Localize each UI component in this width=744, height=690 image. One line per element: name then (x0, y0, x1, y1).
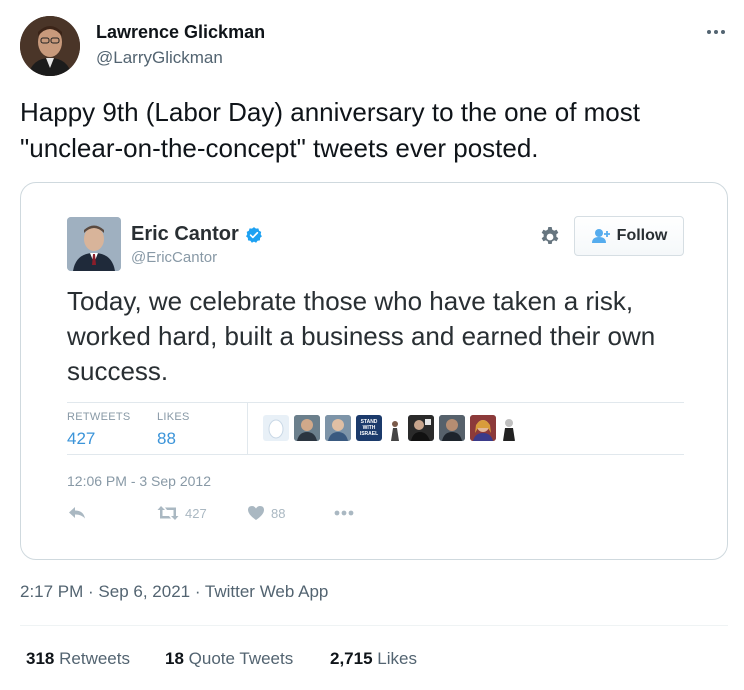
tweet-meta[interactable]: 2:17 PM · Sep 6, 2021 · Twitter Web App (20, 582, 328, 602)
verified-icon (245, 226, 262, 243)
more-icon[interactable] (700, 18, 732, 46)
embedded-tweet-text: Today, we celebrate those who have taken… (67, 286, 656, 386)
like-count: 88 (271, 505, 286, 521)
follow-button[interactable]: Follow (574, 216, 684, 256)
quotes-label: Quote Tweets (188, 649, 294, 668)
quote-tweets-link[interactable]: 18 Quote Tweets (165, 649, 293, 669)
embedded-tweet-image[interactable]: Eric Cantor @EricCantor Follow Today, we… (20, 182, 728, 560)
author-avatar[interactable] (20, 16, 80, 76)
retweets-link[interactable]: 318 Retweets (26, 649, 130, 669)
likes-link[interactable]: 2,715 Likes (330, 649, 417, 669)
reply-icon (69, 507, 85, 519)
stat-retweets-label: RETWEETS (67, 411, 131, 423)
liker-avatar[interactable] (501, 415, 517, 441)
more-dots-action[interactable] (333, 505, 355, 521)
gear-icon[interactable] (538, 225, 562, 249)
quotes-count: 18 (165, 649, 184, 668)
liker-avatar[interactable] (325, 415, 351, 441)
liker-avatar[interactable] (439, 415, 465, 441)
embedded-timestamp: 12:06 PM - 3 Sep 2012 (67, 473, 211, 489)
stat-retweets-value: 427 (67, 429, 96, 448)
divider (20, 625, 728, 626)
embedded-avatar (67, 217, 121, 271)
liker-avatar[interactable]: STAND WITH ISRAEL (356, 415, 382, 441)
retweet-icon (157, 506, 179, 520)
embedded-name-text: Eric Cantor (131, 223, 239, 245)
stand-with-israel-badge: STAND WITH ISRAEL (359, 419, 379, 437)
author-name[interactable]: Lawrence Glickman (96, 22, 265, 43)
tweet-text: Happy 9th (Labor Day) anniversary to the… (20, 97, 640, 163)
likes-count: 2,715 (330, 649, 373, 668)
retweet-count: 427 (185, 505, 207, 521)
retweet-action[interactable]: 427 (157, 505, 207, 521)
stat-likes-value: 88 (157, 429, 176, 448)
embedded-stats: RETWEETS 427 LIKES 88 STAND WITH ISRAEL (67, 402, 684, 455)
likes-label: Likes (377, 649, 417, 668)
retweets-count: 318 (26, 649, 55, 668)
liker-avatar[interactable] (408, 415, 434, 441)
heart-icon (248, 506, 264, 520)
stat-retweets[interactable]: RETWEETS 427 (67, 411, 131, 449)
liker-avatar[interactable] (470, 415, 496, 441)
liker-avatar[interactable] (387, 415, 403, 441)
stat-likes-label: LIKES (157, 411, 190, 423)
embedded-handle: @EricCantor (131, 249, 218, 266)
like-action[interactable]: 88 (247, 505, 285, 521)
retweets-label: Retweets (59, 649, 130, 668)
author-handle[interactable]: @LarryGlickman (96, 48, 223, 68)
liker-avatar[interactable] (263, 415, 289, 441)
follow-person-icon (591, 229, 610, 243)
more-dots-icon (334, 510, 354, 516)
follow-label: Follow (616, 227, 668, 244)
liker-avatars: STAND WITH ISRAEL (263, 415, 517, 441)
stat-likes[interactable]: LIKES 88 (157, 411, 190, 449)
embedded-author-name: Eric Cantor (131, 223, 263, 246)
stats-divider (247, 403, 248, 455)
liker-avatar[interactable] (294, 415, 320, 441)
reply-action[interactable] (67, 505, 87, 521)
